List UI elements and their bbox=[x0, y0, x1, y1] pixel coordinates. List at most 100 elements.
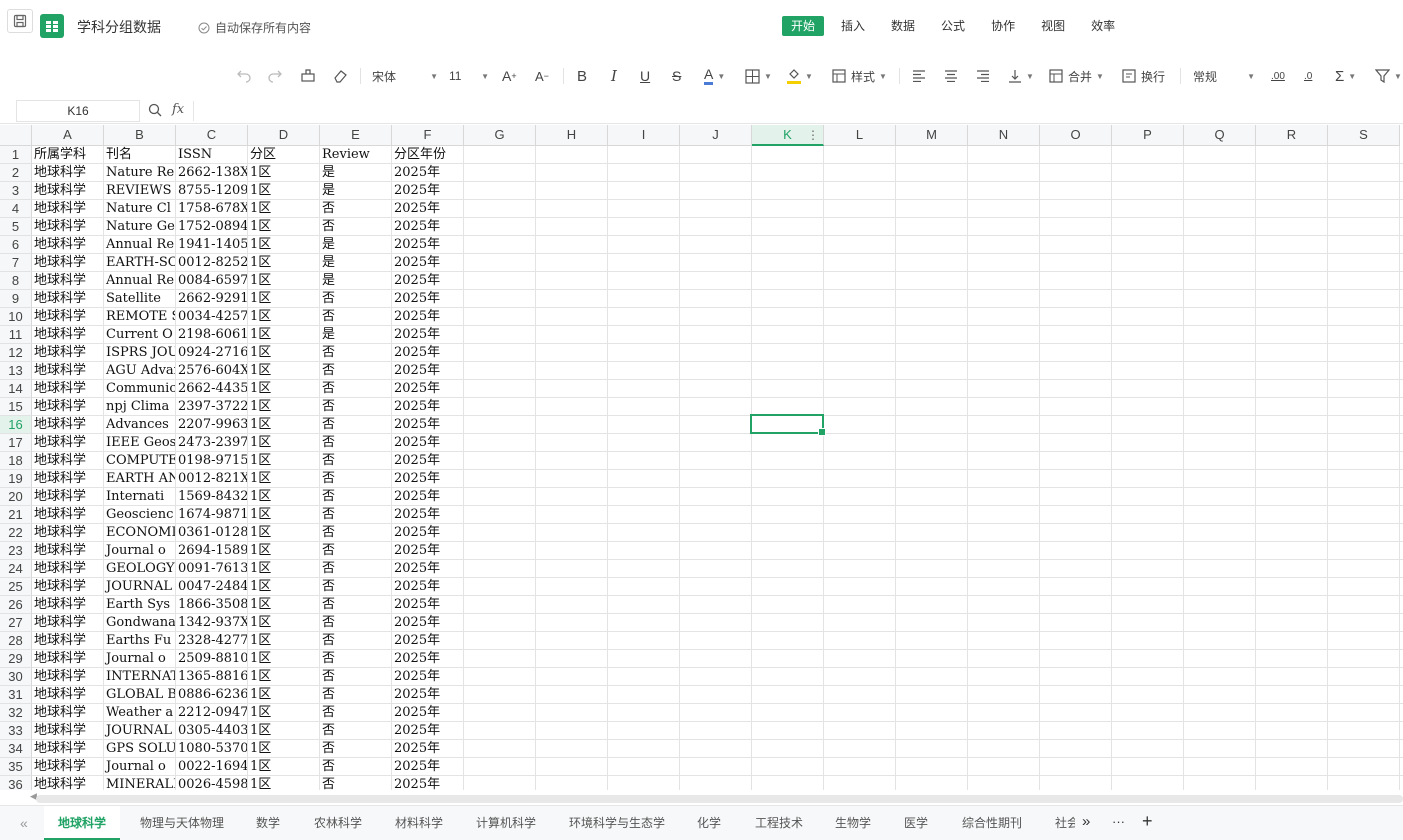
table-cell[interactable]: 1区 bbox=[248, 380, 319, 398]
decrease-decimal-icon[interactable]: .0 bbox=[1304, 66, 1312, 86]
eraser-icon[interactable] bbox=[332, 66, 348, 86]
align-right-icon[interactable] bbox=[976, 66, 990, 86]
table-cell[interactable]: Gondwana bbox=[104, 614, 175, 632]
menu-item-1[interactable]: 插入 bbox=[832, 16, 874, 36]
column-header-O[interactable]: O bbox=[1040, 125, 1112, 146]
row-header-2[interactable]: 2 bbox=[0, 164, 32, 182]
table-cell[interactable]: 地球科学 bbox=[32, 740, 103, 758]
table-cell[interactable]: 1区 bbox=[248, 434, 319, 452]
table-cell[interactable]: 2025年 bbox=[392, 344, 463, 362]
table-cell[interactable]: 2662-138X bbox=[176, 164, 247, 182]
table-cell[interactable]: 1区 bbox=[248, 488, 319, 506]
table-cell[interactable]: 1区 bbox=[248, 632, 319, 650]
row-header-7[interactable]: 7 bbox=[0, 254, 32, 272]
table-cell[interactable]: 1080-5370 bbox=[176, 740, 247, 758]
table-cell[interactable]: AGU Advan bbox=[104, 362, 175, 380]
fill-color-icon[interactable]: ▼ bbox=[787, 66, 813, 86]
table-cell[interactable]: 是 bbox=[320, 164, 391, 182]
decrease-font-icon[interactable]: A − bbox=[535, 66, 549, 86]
table-cell[interactable]: EARTH-SCI bbox=[104, 254, 175, 272]
row-header-15[interactable]: 15 bbox=[0, 398, 32, 416]
table-cell[interactable]: 地球科学 bbox=[32, 578, 103, 596]
table-cell[interactable]: 地球科学 bbox=[32, 776, 103, 790]
table-cell[interactable]: 2397-3722 bbox=[176, 398, 247, 416]
table-cell[interactable]: 2694-1589 bbox=[176, 542, 247, 560]
table-cell[interactable]: 1区 bbox=[248, 668, 319, 686]
table-cell[interactable]: 1941-1405 bbox=[176, 236, 247, 254]
tabs-next-icon[interactable]: » bbox=[1082, 813, 1090, 830]
row-header-3[interactable]: 3 bbox=[0, 182, 32, 200]
table-cell[interactable]: 1区 bbox=[248, 236, 319, 254]
table-cell[interactable]: JOURNAL O bbox=[104, 578, 175, 596]
sheet-tab-3[interactable]: 农林科学 bbox=[300, 806, 376, 840]
row-header-17[interactable]: 17 bbox=[0, 434, 32, 452]
function-icon[interactable]: fx bbox=[172, 102, 184, 117]
table-cell[interactable]: 2025年 bbox=[392, 164, 463, 182]
table-cell[interactable]: 地球科学 bbox=[32, 362, 103, 380]
vertical-align-icon[interactable]: ▼ bbox=[1008, 66, 1034, 86]
table-cell[interactable]: 地球科学 bbox=[32, 308, 103, 326]
row-header-32[interactable]: 32 bbox=[0, 704, 32, 722]
table-cell[interactable]: Earth Sys bbox=[104, 596, 175, 614]
table-cell[interactable]: 2025年 bbox=[392, 218, 463, 236]
table-cell[interactable]: 2025年 bbox=[392, 542, 463, 560]
table-cell[interactable]: 是 bbox=[320, 326, 391, 344]
table-cell[interactable]: 地球科学 bbox=[32, 632, 103, 650]
spreadsheet-grid[interactable]: A B C D E F G H I J K ⋮ L M N O P Q R S 1 所属学科 刊名 ISSN 分区 Review 分… bbox=[0, 125, 1403, 790]
table-cell[interactable]: 地球科学 bbox=[32, 236, 103, 254]
row-header-27[interactable]: 27 bbox=[0, 614, 32, 632]
table-cell[interactable]: Journal o bbox=[104, 650, 175, 668]
table-cell[interactable]: 2025年 bbox=[392, 398, 463, 416]
table-cell[interactable]: 否 bbox=[320, 776, 391, 790]
table-cell[interactable]: 2212-0947 bbox=[176, 704, 247, 722]
table-cell[interactable]: 1区 bbox=[248, 758, 319, 776]
font-color-icon[interactable]: A ▼ bbox=[704, 66, 725, 86]
table-cell[interactable]: 0034-4257 bbox=[176, 308, 247, 326]
formula-input[interactable] bbox=[200, 101, 1390, 121]
table-cell[interactable]: 地球科学 bbox=[32, 722, 103, 740]
table-cell[interactable]: 1区 bbox=[248, 560, 319, 578]
table-cell[interactable]: Geoscienc bbox=[104, 506, 175, 524]
row-header-16[interactable]: 16 bbox=[0, 416, 32, 434]
table-cell[interactable]: Internati bbox=[104, 488, 175, 506]
table-cell[interactable]: 1365-8816 bbox=[176, 668, 247, 686]
table-cell[interactable]: Advances bbox=[104, 416, 175, 434]
table-cell[interactable]: 0305-4403 bbox=[176, 722, 247, 740]
table-cell[interactable]: 2025年 bbox=[392, 614, 463, 632]
table-cell[interactable]: 2025年 bbox=[392, 182, 463, 200]
table-cell[interactable]: 1区 bbox=[248, 722, 319, 740]
row-header-26[interactable]: 26 bbox=[0, 596, 32, 614]
table-cell[interactable]: 1区 bbox=[248, 470, 319, 488]
column-header-P[interactable]: P bbox=[1112, 125, 1184, 146]
column-header-C[interactable]: C bbox=[176, 125, 248, 146]
table-cell[interactable]: 2025年 bbox=[392, 380, 463, 398]
underline-icon[interactable]: U bbox=[640, 66, 650, 86]
sheet-tab-0[interactable]: 地球科学 bbox=[44, 806, 121, 840]
header-cell[interactable]: 分区 bbox=[248, 146, 319, 164]
table-cell[interactable]: 地球科学 bbox=[32, 434, 103, 452]
table-cell[interactable]: 1752-0894 bbox=[176, 218, 247, 236]
italic-icon[interactable]: I bbox=[611, 66, 617, 86]
select-all-corner[interactable] bbox=[0, 125, 32, 146]
table-cell[interactable]: 2025年 bbox=[392, 686, 463, 704]
table-cell[interactable]: 1区 bbox=[248, 344, 319, 362]
row-header-5[interactable]: 5 bbox=[0, 218, 32, 236]
table-cell[interactable]: 1区 bbox=[248, 650, 319, 668]
table-cell[interactable]: Nature Ge bbox=[104, 218, 175, 236]
row-header-13[interactable]: 13 bbox=[0, 362, 32, 380]
table-cell[interactable]: 2025年 bbox=[392, 362, 463, 380]
row-header-36[interactable]: 36 bbox=[0, 776, 32, 790]
sheet-tab-5[interactable]: 计算机科学 bbox=[462, 806, 550, 840]
table-cell[interactable]: 否 bbox=[320, 398, 391, 416]
table-cell[interactable]: 否 bbox=[320, 344, 391, 362]
table-cell[interactable]: 1区 bbox=[248, 398, 319, 416]
row-header-34[interactable]: 34 bbox=[0, 740, 32, 758]
row-header-18[interactable]: 18 bbox=[0, 452, 32, 470]
table-cell[interactable]: 0084-6597 bbox=[176, 272, 247, 290]
table-cell[interactable]: 2025年 bbox=[392, 434, 463, 452]
table-cell[interactable]: 是 bbox=[320, 272, 391, 290]
column-header-I[interactable]: I bbox=[608, 125, 680, 146]
redo-icon[interactable] bbox=[267, 66, 283, 86]
row-header-30[interactable]: 30 bbox=[0, 668, 32, 686]
table-cell[interactable]: GEOLOGY bbox=[104, 560, 175, 578]
